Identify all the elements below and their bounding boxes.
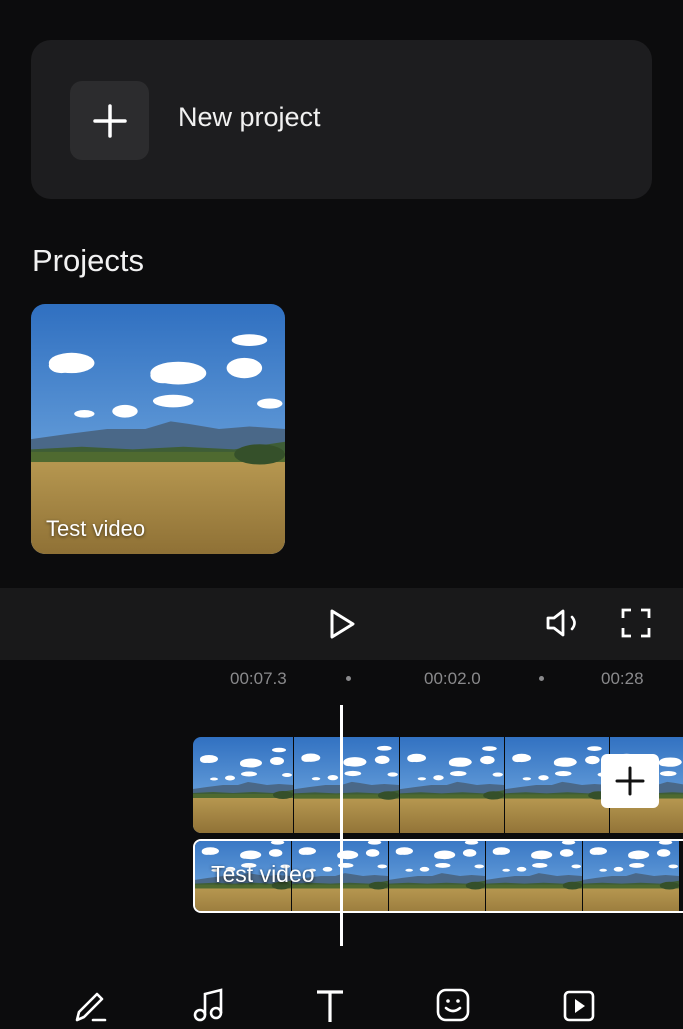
project-card[interactable]: Test video <box>31 304 285 554</box>
media-icon[interactable] <box>562 986 596 1024</box>
edit-icon[interactable] <box>73 986 107 1024</box>
timeline-time: 00:28 <box>601 669 644 688</box>
playhead[interactable] <box>340 705 343 946</box>
timeline-time: 00:02.0 <box>424 669 481 688</box>
new-project-label: New project <box>178 102 321 132</box>
music-icon[interactable] <box>191 986 225 1024</box>
text-icon[interactable] <box>313 986 347 1024</box>
volume-icon[interactable] <box>543 607 583 639</box>
fullscreen-icon[interactable] <box>620 607 652 639</box>
plus-icon[interactable] <box>70 81 149 160</box>
plus-icon <box>615 766 645 796</box>
clip-label: Test video <box>211 861 315 887</box>
add-clip-button[interactable] <box>601 754 659 808</box>
selected-clip-track[interactable]: Test video <box>193 839 683 913</box>
timeline-dot <box>539 676 544 681</box>
play-icon[interactable] <box>326 606 358 642</box>
project-name: Test video <box>46 516 146 541</box>
timeline-time: 00:07.3 <box>230 669 287 688</box>
timeline-dot <box>346 676 351 681</box>
new-project-card[interactable]: New project <box>31 40 652 199</box>
sticker-icon[interactable] <box>436 986 470 1024</box>
projects-heading: Projects <box>32 243 144 278</box>
